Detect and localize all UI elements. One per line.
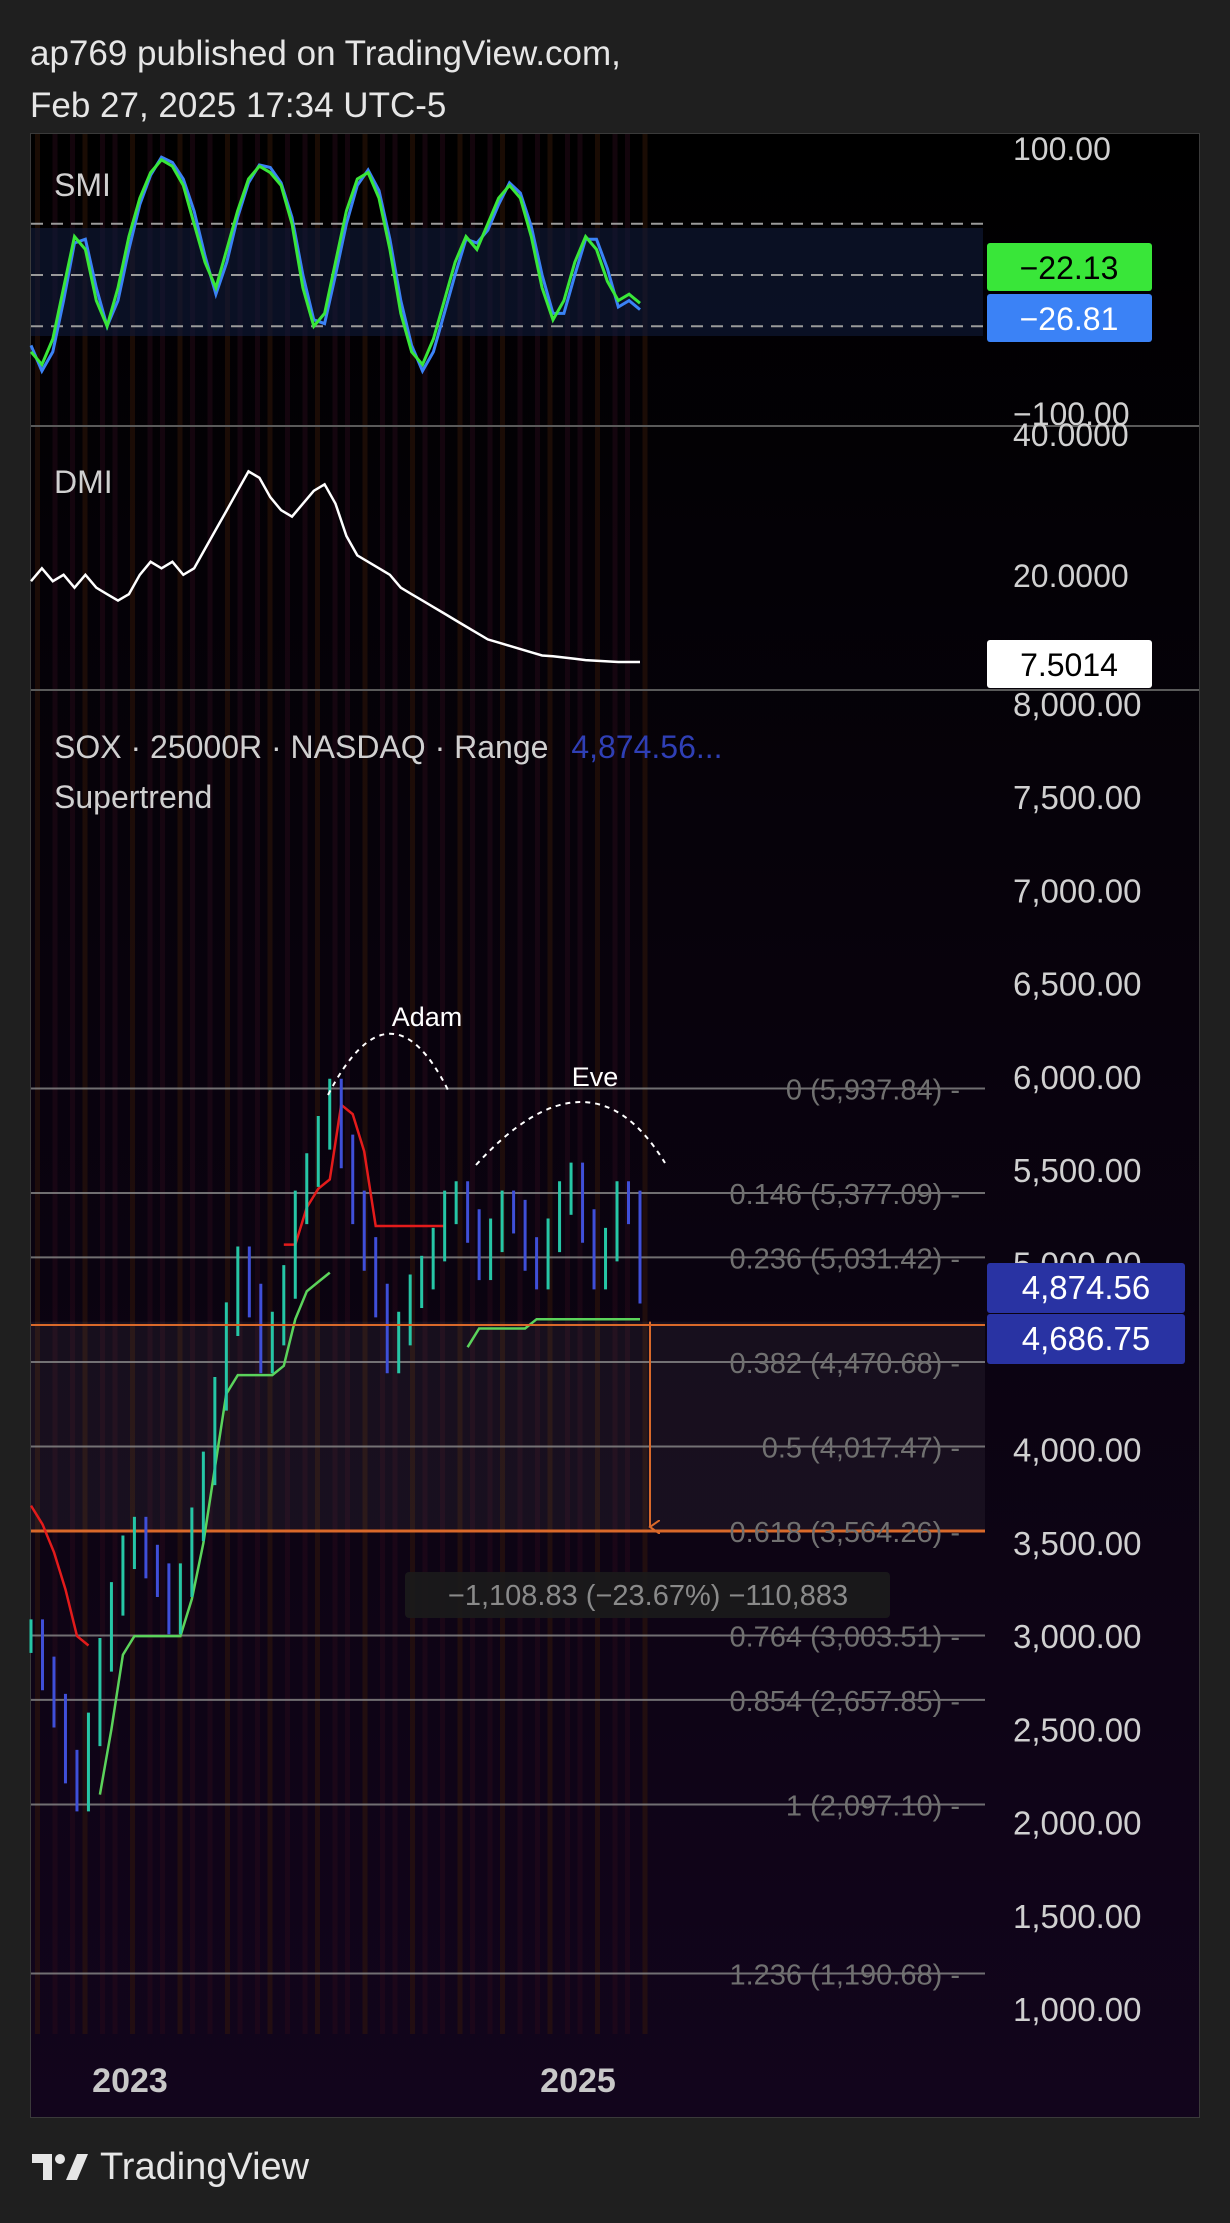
tradingview-logo-icon[interactable]: [30, 2150, 90, 2184]
chart-canvas[interactable]: SMI 100.00 −100.00 −22.13 −26.81 DMI 40.…: [0, 0, 1230, 2223]
volatility-band: [422, 134, 428, 2034]
volatility-band: [190, 134, 195, 2034]
volatility-band: [380, 134, 385, 2034]
smi-value-label: −22.13: [1020, 250, 1119, 286]
volatility-band: [535, 134, 540, 2034]
volatility-band: [362, 134, 368, 2034]
volatility-band: [147, 134, 153, 2034]
price-axis-tick: 4,000.00: [1013, 1432, 1141, 1469]
volatility-band: [500, 134, 505, 2034]
smi-title: SMI: [54, 167, 111, 203]
volatility-band: [130, 134, 135, 2034]
symbol-info: SOX · 25000R · NASDAQ · Range: [54, 729, 548, 765]
volatility-band: [470, 134, 475, 2034]
price-axis-tick: 8,000.00: [1013, 686, 1141, 723]
footer: TradingView: [30, 2142, 309, 2192]
price-badge-last-text: 4,874.56: [1022, 1269, 1150, 1306]
fib-level-label: 0.382 (4,470.68) -: [729, 1348, 960, 1380]
volatility-band: [35, 134, 40, 2034]
fib-level-label: 0.618 (3,564.26) -: [729, 1517, 960, 1549]
last-price-label: 4,874.56...: [571, 729, 722, 765]
volatility-band: [267, 134, 273, 2034]
dmi-tick-mid: 20.0000: [1013, 558, 1129, 594]
volatility-band: [345, 134, 350, 2034]
supertrend-label: Supertrend: [54, 779, 212, 815]
smi-tick-top: 100.00: [1013, 131, 1111, 167]
fib-level-label: 1 (2,097.10) -: [786, 1790, 960, 1822]
volatility-band: [457, 134, 463, 2034]
price-axis-tick: 3,000.00: [1013, 1618, 1141, 1655]
volatility-band: [410, 134, 415, 2034]
volatility-band: [177, 134, 183, 2034]
volatility-band: [82, 134, 88, 2034]
fib-level-label: 0 (5,937.84) -: [786, 1074, 960, 1106]
price-axis-tick: 7,500.00: [1013, 779, 1141, 816]
volatility-band: [642, 134, 648, 2034]
price-axis-tick: 2,500.00: [1013, 1711, 1141, 1748]
volatility-band: [255, 134, 260, 2034]
tradingview-brand[interactable]: TradingView: [100, 2146, 309, 2189]
volatility-band: [52, 134, 58, 2034]
volatility-band: [225, 134, 230, 2034]
price-axis-tick: 3,500.00: [1013, 1525, 1141, 1562]
x-tick-2023: 2023: [92, 2062, 168, 2100]
volatility-band: [315, 134, 320, 2034]
dmi-value-label: 7.5014: [1020, 647, 1118, 683]
volatility-band: [302, 134, 308, 2034]
fib-level-label: 1.236 (1,190.68) -: [729, 1959, 960, 1991]
volatility-band: [285, 134, 290, 2034]
fib-level-label: 0.146 (5,377.09) -: [729, 1179, 960, 1211]
volatility-band: [112, 134, 118, 2034]
x-tick-2025: 2025: [540, 2062, 616, 2100]
price-axis-tick: 6,000.00: [1013, 1059, 1141, 1096]
volatility-band: [625, 134, 630, 2034]
price-title: SOX · 25000R · NASDAQ · Range 4,874.56..…: [54, 729, 723, 765]
dmi-title: DMI: [54, 464, 113, 500]
volatility-band: [237, 134, 243, 2034]
volatility-band: [70, 134, 75, 2034]
volatility-band: [392, 134, 398, 2034]
volatility-band: [565, 134, 570, 2034]
volatility-band: [440, 134, 445, 2034]
adam-label: Adam: [392, 1002, 463, 1032]
volatility-band: [160, 134, 165, 2034]
volatility-band: [487, 134, 493, 2034]
volatility-band: [547, 134, 553, 2034]
fib-level-label: 0.5 (4,017.47) -: [762, 1432, 960, 1464]
volatility-band: [100, 134, 105, 2034]
measure-label: −1,108.83 (−23.67%) −110,883: [448, 1580, 848, 1612]
volatility-band: [207, 134, 213, 2034]
price-axis-tick: 7,000.00: [1013, 872, 1141, 909]
volatility-band: [517, 134, 523, 2034]
smi-signal-label: −26.81: [1020, 301, 1119, 337]
price-axis-tick: 6,500.00: [1013, 966, 1141, 1003]
dmi-tick-top: 40.0000: [1013, 417, 1129, 453]
fib-level-label: 0.236 (5,031.42) -: [729, 1243, 960, 1275]
price-axis-tick: 2,000.00: [1013, 1805, 1141, 1842]
fib-level-label: 0.854 (2,657.85) -: [729, 1686, 960, 1718]
price-axis-tick: 1,000.00: [1013, 1991, 1141, 2028]
price-axis-tick: 1,500.00: [1013, 1898, 1141, 1935]
price-axis-tick: 5,500.00: [1013, 1152, 1141, 1189]
price-badge-supertrend-text: 4,686.75: [1022, 1320, 1150, 1357]
fib-level-label: 0.764 (3,003.51) -: [729, 1621, 960, 1653]
eve-label: Eve: [572, 1062, 619, 1092]
